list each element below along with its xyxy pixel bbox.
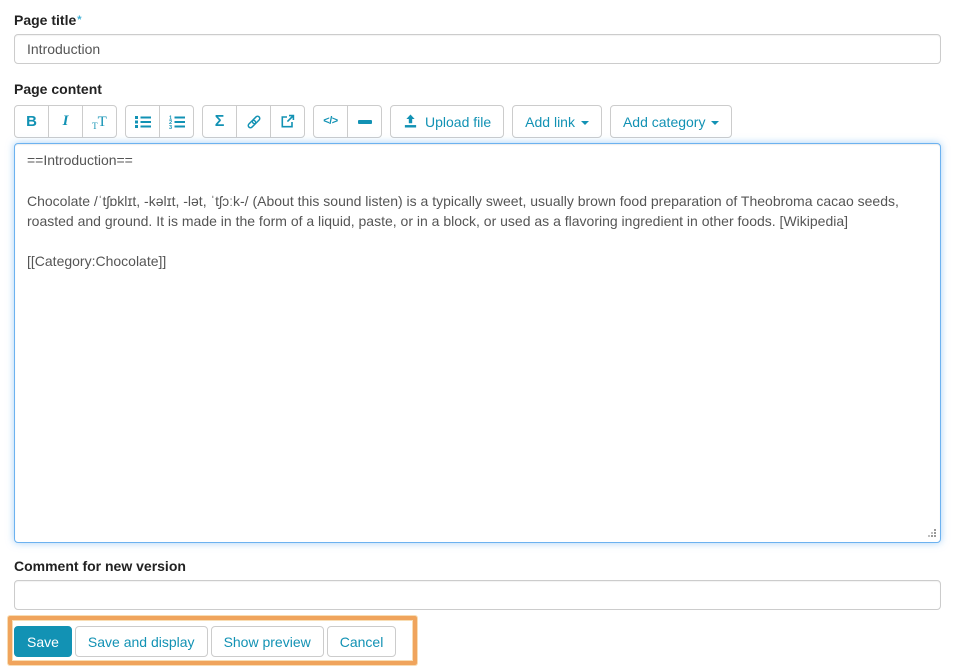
comment-input[interactable]: [14, 580, 941, 610]
numbered-list-icon: 1 2 3: [169, 115, 185, 129]
bold-icon: B: [26, 113, 37, 130]
page-title-input[interactable]: [14, 34, 941, 64]
caret-down-icon: [711, 120, 720, 125]
page-title-label-text: Page title: [14, 12, 77, 28]
formula-icon: Σ: [214, 112, 225, 130]
page-title-label: Page title*: [14, 12, 941, 29]
add-category-label: Add category: [622, 113, 706, 130]
comment-label: Comment for new version: [14, 558, 186, 574]
font-size-button[interactable]: TT: [82, 105, 117, 138]
misc-button-group: </>: [313, 105, 382, 138]
caret-down-icon: [580, 120, 589, 125]
italic-icon: I: [62, 113, 69, 129]
format-button-group: B I TT: [14, 105, 117, 138]
link-icon: [247, 115, 260, 128]
svg-text:3: 3: [169, 124, 172, 128]
add-link-button[interactable]: Add link: [512, 105, 602, 138]
cancel-button[interactable]: Cancel: [326, 626, 397, 657]
formula-button[interactable]: Σ: [202, 105, 237, 138]
horizontal-rule-icon: [357, 119, 372, 124]
editor-toolbar: B I TT 1 2 3 Σ </> Upload file Add link …: [14, 105, 941, 138]
bullet-list-icon: [134, 115, 151, 128]
numbered-list-button[interactable]: 1 2 3: [159, 105, 194, 138]
add-link-label: Add link: [525, 113, 575, 130]
upload-file-button[interactable]: Upload file: [390, 105, 505, 138]
external-link-icon: [281, 114, 295, 128]
upload-file-label: Upload file: [425, 113, 492, 130]
action-button-row: Save Save and display Show preview Cance…: [14, 626, 399, 657]
horizontal-rule-button[interactable]: [347, 105, 382, 138]
italic-button[interactable]: I: [48, 105, 83, 138]
code-button[interactable]: </>: [313, 105, 348, 138]
show-preview-button[interactable]: Show preview: [210, 626, 324, 657]
save-button[interactable]: Save: [14, 626, 72, 657]
page-content-label: Page content: [14, 81, 102, 97]
code-icon: </>: [323, 115, 338, 127]
required-asterisk: *: [77, 14, 82, 26]
font-size-icon: TT: [92, 113, 107, 131]
edit-form: Page title* Page content B I TT: [0, 0, 955, 665]
editor-area: ==Introduction== Chocolate /ˈtʃɒklɪt, -k…: [14, 143, 941, 543]
bullet-list-button[interactable]: [125, 105, 160, 138]
bold-button[interactable]: B: [14, 105, 49, 138]
list-button-group: 1 2 3: [125, 105, 194, 138]
link-button[interactable]: [236, 105, 271, 138]
upload-icon: [404, 114, 417, 128]
insert-button-group: Σ: [202, 105, 305, 138]
save-and-display-button[interactable]: Save and display: [74, 626, 208, 657]
external-link-button[interactable]: [270, 105, 305, 138]
add-category-button[interactable]: Add category: [609, 105, 733, 138]
page-content-textarea[interactable]: ==Introduction== Chocolate /ˈtʃɒklɪt, -k…: [14, 143, 941, 543]
highlight-annotation: Save Save and display Show preview Cance…: [8, 616, 418, 665]
